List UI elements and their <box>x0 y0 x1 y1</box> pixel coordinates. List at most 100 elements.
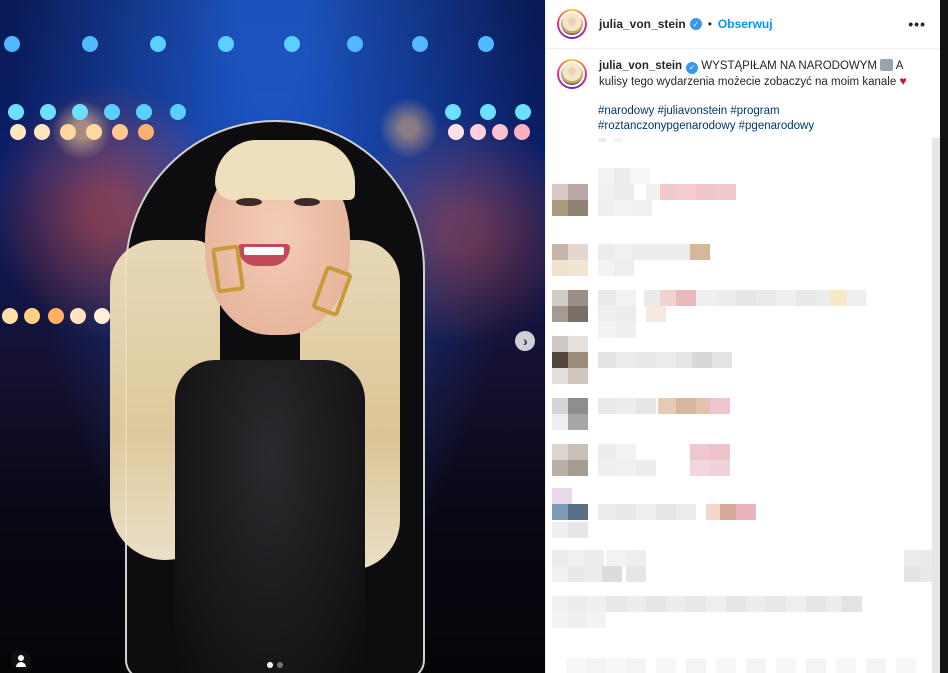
blurred-comment-pixel <box>716 658 736 673</box>
blurred-comment-pixel <box>568 522 588 538</box>
blurred-comment-pixel <box>846 290 866 306</box>
blurred-comment-pixel <box>616 352 636 368</box>
blurred-comment-pixel <box>746 596 766 612</box>
caption-username[interactable]: julia_von_stein <box>599 60 682 72</box>
blurred-comment-pixel <box>568 352 588 368</box>
blurred-comment-pixel <box>736 504 756 520</box>
blurred-comment-pixel <box>568 306 588 322</box>
verified-badge-icon: ✓ <box>689 18 702 30</box>
more-options-icon[interactable]: ••• <box>908 16 926 32</box>
blurred-comment-pixel <box>626 550 646 566</box>
blurred-comment-pixel <box>710 398 730 414</box>
blurred-comment-pixel <box>676 184 696 200</box>
tagged-users-button[interactable] <box>11 650 31 670</box>
blurred-comment-pixel <box>568 200 588 216</box>
blurred-comment-pixel <box>586 658 606 673</box>
blurred-comment-pixel <box>686 596 706 612</box>
blurred-comment-pixel <box>598 352 618 368</box>
blurred-comment-pixel <box>614 200 634 216</box>
blurred-comment-pixel <box>692 352 712 368</box>
blurred-comment-pixel <box>690 460 710 476</box>
blurred-comment-pixel <box>614 244 634 260</box>
blurred-comment-pixel <box>584 566 604 582</box>
avatar[interactable] <box>557 59 587 89</box>
post-photo[interactable]: › <box>0 0 545 673</box>
blurred-comment-pixel <box>650 244 670 260</box>
blurred-comment-pixel <box>696 290 716 306</box>
blurred-comment-pixel <box>756 290 776 306</box>
post-side-panel: julia_von_stein ✓ • Obserwuj ••• julia_v… <box>545 0 940 673</box>
blurred-comment-pixel <box>736 290 756 306</box>
blurred-comment-pixel <box>896 658 916 673</box>
blurred-comment-pixel <box>658 398 678 414</box>
blurred-comment-pixel <box>568 460 588 476</box>
blurred-comment-pixel <box>586 612 606 628</box>
blurred-comment-pixel <box>616 322 636 338</box>
blurred-comment-pixel <box>568 244 588 260</box>
eye <box>236 198 262 206</box>
blurred-comment-pixel <box>568 596 588 612</box>
blurred-comment-pixel <box>568 612 588 628</box>
verified-badge-icon: ✓ <box>686 61 699 74</box>
blurred-comment-pixel <box>586 596 606 612</box>
blurred-comment-pixel <box>676 504 696 520</box>
blurred-comment-pixel <box>716 184 736 200</box>
blurred-comment-pixel <box>656 352 676 368</box>
heart-emoji-icon: ♥ <box>899 74 907 88</box>
carousel-indicator <box>267 662 283 668</box>
blurred-comment-pixel <box>598 138 606 142</box>
next-slide-button[interactable]: › <box>515 331 535 351</box>
blurred-comment-pixel <box>766 596 786 612</box>
blurred-comment-pixel <box>656 658 676 673</box>
blurred-comment-pixel <box>690 244 710 260</box>
blurred-comment-pixel <box>726 596 746 612</box>
blurred-comment-pixel <box>632 200 652 216</box>
blurred-comment-pixel <box>786 596 806 612</box>
background-lights <box>0 36 545 56</box>
user-icon <box>18 655 24 661</box>
blurred-comment-pixel <box>598 444 618 460</box>
blurred-comment-pixel <box>646 596 666 612</box>
blurred-comment-pixel <box>716 290 736 306</box>
blurred-comment-pixel <box>866 658 886 673</box>
separator: • <box>707 17 712 31</box>
blurred-comment-pixel <box>616 398 636 414</box>
post-header: julia_von_stein ✓ • Obserwuj ••• <box>546 0 940 49</box>
blurred-comment-pixel <box>632 244 652 260</box>
stadium-emoji-icon <box>880 59 894 71</box>
blurred-comment-pixel <box>614 260 634 276</box>
blurred-comment-pixel <box>568 414 588 430</box>
blurred-comment-pixel <box>614 184 634 200</box>
blurred-comment-pixel <box>806 658 826 673</box>
follow-button[interactable]: Obserwuj <box>718 17 773 31</box>
dress <box>175 360 365 673</box>
blurred-comment-pixel <box>706 596 726 612</box>
blurred-comment-pixel <box>598 290 618 306</box>
blurred-comment-pixel <box>666 596 686 612</box>
blurred-comment-pixel <box>626 596 646 612</box>
blurred-comment-pixel <box>568 336 588 352</box>
blurred-comment-pixel <box>836 658 856 673</box>
avatar[interactable] <box>557 9 587 39</box>
eye <box>294 198 320 206</box>
header-username[interactable]: julia_von_stein <box>599 17 686 31</box>
blurred-comment-pixel <box>598 504 618 520</box>
hashtags[interactable]: #narodowy #juliavonstein #program #rozta… <box>598 104 918 134</box>
blurred-comment-pixel <box>746 658 766 673</box>
blurred-comment-pixel <box>614 138 622 142</box>
blurred-comment-pixel <box>656 504 676 520</box>
blurred-comment-pixel <box>568 504 588 520</box>
blurred-comment-pixel <box>616 290 636 306</box>
blurred-comment-pixel <box>806 596 826 612</box>
blurred-comment-pixel <box>598 460 618 476</box>
scrollbar[interactable] <box>932 138 940 673</box>
blurred-comment-pixel <box>842 596 862 612</box>
blurred-comment-pixel <box>636 504 656 520</box>
blurred-comment-pixel <box>670 244 690 260</box>
blurred-comment-pixel <box>552 488 572 504</box>
blurred-comment-pixel <box>710 444 730 460</box>
blurred-comment-pixel <box>606 596 626 612</box>
blurred-comment-pixel <box>568 398 588 414</box>
blurred-comment-pixel <box>676 290 696 306</box>
carousel-dot <box>267 662 273 668</box>
